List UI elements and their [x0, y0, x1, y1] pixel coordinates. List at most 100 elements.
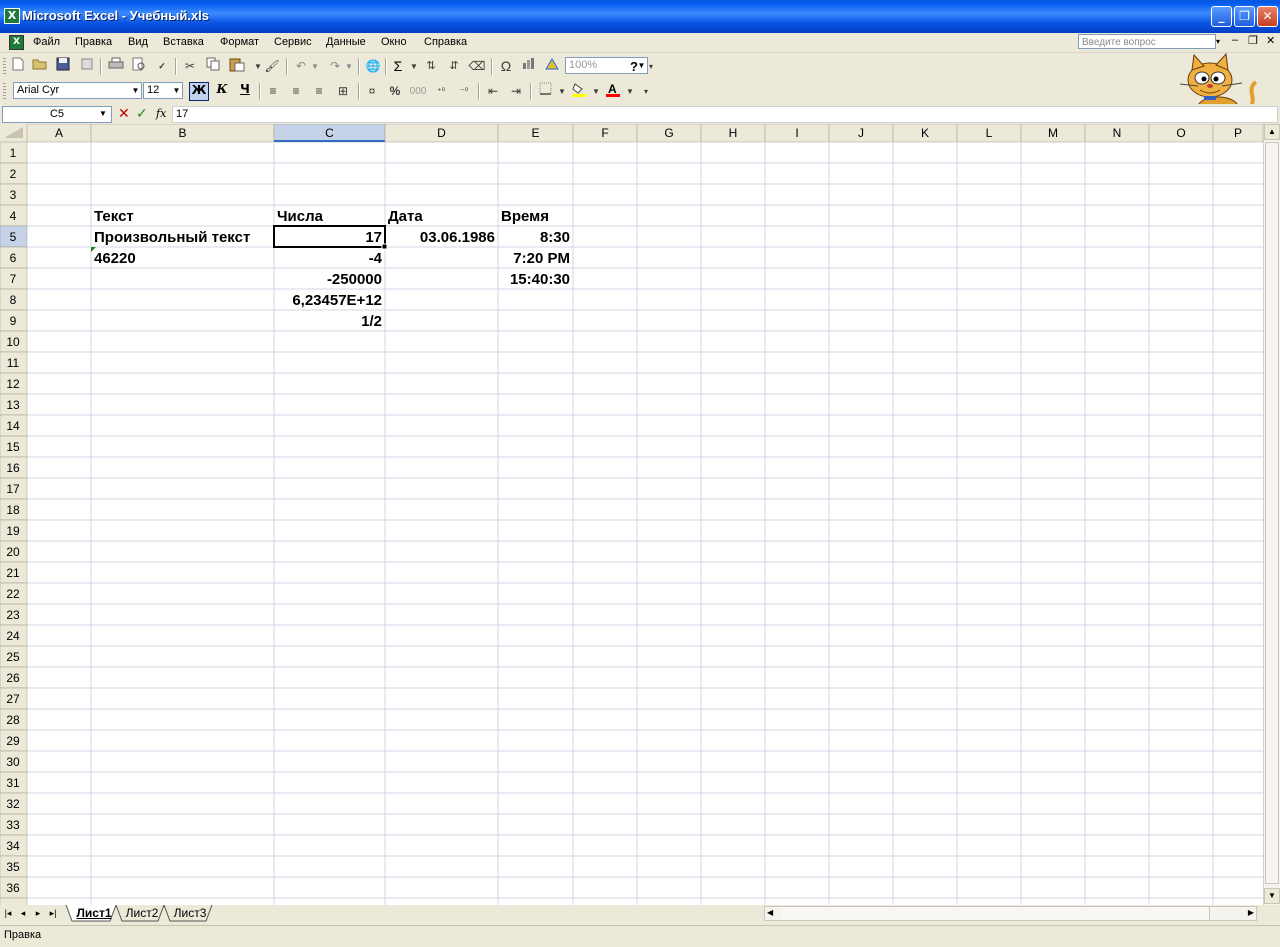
decrease-decimal-icon[interactable]: ⁻⁰ — [454, 82, 474, 101]
name-box-dropdown-icon[interactable]: ▼ — [99, 109, 107, 118]
formula-input[interactable]: 17 — [172, 106, 1278, 123]
ask-question-dropdown[interactable]: ▾ — [1216, 37, 1220, 46]
cell-C5[interactable]: 17 — [365, 229, 382, 246]
spelling-icon[interactable]: ✓ — [152, 57, 172, 76]
ask-question-input[interactable]: Введите вопрос — [1078, 34, 1216, 49]
cell-E4[interactable]: Время — [501, 208, 549, 225]
excel-app-icon[interactable]: X — [4, 8, 20, 24]
minimize-button[interactable]: _ — [1211, 6, 1232, 27]
scroll-left-button[interactable]: ◀ — [767, 908, 773, 917]
cell-C9[interactable]: 1/2 — [361, 313, 382, 330]
hyperlink-icon[interactable]: 🌐 — [363, 57, 383, 76]
workbook-close-button[interactable]: ✕ — [1266, 34, 1275, 47]
copy-icon[interactable] — [203, 57, 223, 76]
row-header-label: 1 — [10, 146, 17, 160]
worksheet-grid[interactable]: A B C D E F G H I J K L M N O P123456789101112131415161… — [0, 124, 1263, 905]
sort-ascending-icon[interactable]: ⇅ — [421, 57, 441, 76]
cell-E7[interactable]: 15:40:30 — [510, 271, 570, 288]
menu-data[interactable]: Данные — [326, 36, 366, 48]
menu-edit[interactable]: Правка — [75, 36, 112, 48]
first-sheet-button[interactable]: |◂ — [2, 907, 14, 920]
align-center-icon[interactable]: ≡ — [286, 82, 306, 101]
undo-dropdown-icon[interactable]: ▼ — [305, 57, 325, 76]
sort-descending-icon[interactable]: ⇵ — [444, 57, 464, 76]
font-size-select[interactable]: 12 ▼ — [143, 82, 183, 99]
symbol-icon[interactable]: Ω — [496, 57, 516, 76]
cell-D4[interactable]: Дата — [388, 208, 423, 225]
horizontal-scroll-thumb[interactable] — [781, 907, 1210, 920]
menu-window[interactable]: Окно — [381, 36, 407, 48]
open-icon[interactable] — [30, 57, 50, 76]
align-right-icon[interactable]: ≡ — [309, 82, 329, 101]
menu-file[interactable]: Файл — [33, 36, 60, 48]
bold-button[interactable]: Ж — [189, 82, 209, 101]
align-left-icon[interactable]: ≡ — [263, 82, 283, 101]
increase-indent-icon[interactable]: ⇥ — [506, 82, 526, 101]
row-header-37[interactable] — [0, 897, 28, 905]
toolbar-options-icon[interactable]: ▾ — [641, 57, 661, 76]
cell-B5[interactable]: Произвольный текст — [94, 229, 250, 246]
last-sheet-button[interactable]: ▸| — [47, 907, 59, 920]
name-box[interactable]: C5 — [2, 106, 112, 123]
cut-icon[interactable]: ✂ — [180, 57, 200, 76]
column-header-label: C — [325, 126, 334, 140]
enter-icon[interactable]: ✓ — [136, 106, 148, 122]
format-painter-icon[interactable]: 🖌 — [262, 57, 282, 76]
merge-center-icon[interactable]: ⊞ — [333, 82, 353, 101]
close-button[interactable]: ✕ — [1257, 6, 1278, 27]
italic-button[interactable]: К — [212, 82, 232, 101]
cell-C8[interactable]: 6,23457E+12 — [292, 292, 382, 309]
toolbar-options-icon[interactable]: ▾ — [636, 82, 656, 101]
sheet-tab-2[interactable]: Лист2 — [122, 905, 162, 921]
cell-E6[interactable]: 7:20 PM — [513, 250, 570, 267]
row-header-label: 8 — [10, 293, 17, 307]
insert-function-button[interactable]: fx — [156, 107, 166, 120]
next-sheet-button[interactable]: ▸ — [32, 907, 44, 920]
menu-help[interactable]: Справка — [424, 36, 467, 48]
underline-button[interactable]: Ч — [235, 82, 255, 101]
increase-decimal-icon[interactable]: ⁺⁰ — [431, 82, 451, 101]
vertical-scrollbar[interactable]: ▲ ▼ — [1263, 124, 1280, 905]
font-select[interactable]: Arial Cyr ▼ — [13, 82, 142, 99]
toolbar-grip[interactable] — [3, 58, 6, 75]
cell-B6[interactable]: 46220 — [94, 250, 136, 267]
clear-icon[interactable]: ⌫ — [467, 57, 487, 76]
scroll-right-button[interactable]: ▶ — [1248, 908, 1254, 917]
paste-icon[interactable] — [227, 57, 247, 76]
permission-icon[interactable] — [77, 57, 97, 76]
sheet-tab-1[interactable]: Лист1 — [72, 905, 116, 921]
cell-C6[interactable]: -4 — [369, 250, 383, 267]
cell-D5[interactable]: 03.06.1986 — [420, 229, 495, 246]
menu-format[interactable]: Формат — [220, 36, 259, 48]
horizontal-scrollbar[interactable]: ◀ ▶ — [764, 906, 1257, 921]
chart-wizard-icon[interactable] — [519, 57, 539, 76]
print-preview-icon[interactable] — [129, 57, 149, 76]
scroll-down-button[interactable]: ▼ — [1264, 888, 1280, 904]
redo-dropdown-icon[interactable]: ▼ — [339, 57, 359, 76]
sheet-tab-3[interactable]: Лист3 — [170, 905, 210, 921]
prev-sheet-button[interactable]: ◂ — [17, 907, 29, 920]
toolbar-grip[interactable] — [3, 83, 6, 100]
percent-button[interactable]: % — [385, 82, 405, 101]
save-icon[interactable] — [53, 57, 73, 76]
restore-button[interactable]: ❐ — [1234, 6, 1255, 27]
menu-insert[interactable]: Вставка — [163, 36, 204, 48]
cell-C7[interactable]: -250000 — [327, 271, 382, 288]
menu-view[interactable]: Вид — [128, 36, 148, 48]
thousands-button[interactable]: 000 — [408, 82, 428, 101]
cancel-icon[interactable]: ✕ — [118, 106, 130, 122]
new-icon[interactable] — [8, 57, 28, 76]
workbook-minimize-button[interactable]: ‒ — [1232, 34, 1238, 46]
cell-B4[interactable]: Текст — [94, 208, 134, 225]
scroll-up-button[interactable]: ▲ — [1264, 124, 1280, 140]
currency-icon[interactable]: ¤ — [362, 82, 382, 101]
cell-C4[interactable]: Числа — [277, 208, 324, 225]
drawing-icon[interactable] — [542, 57, 562, 76]
workbook-restore-button[interactable]: ❐ — [1248, 34, 1258, 47]
print-icon[interactable] — [106, 57, 126, 76]
menu-tools[interactable]: Сервис — [274, 36, 312, 48]
workbook-icon[interactable]: X — [9, 35, 24, 50]
vertical-scroll-thumb[interactable] — [1265, 142, 1279, 884]
decrease-indent-icon[interactable]: ⇤ — [483, 82, 503, 101]
cell-E5[interactable]: 8:30 — [540, 229, 570, 246]
